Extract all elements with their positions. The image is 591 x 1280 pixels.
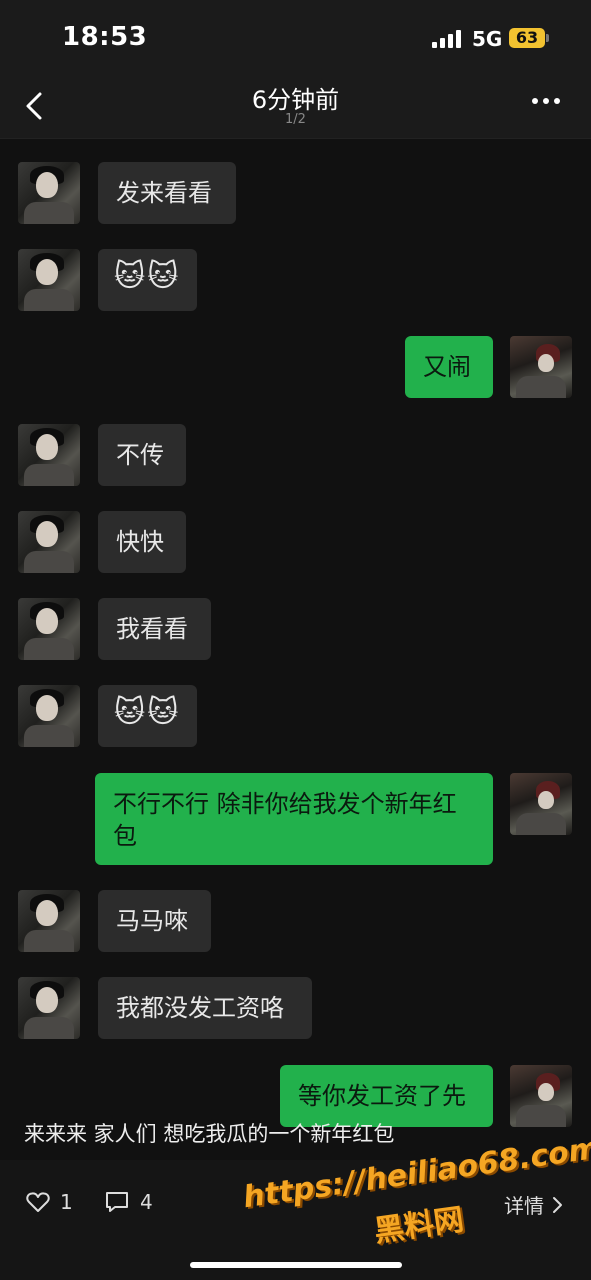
chat-bubble-emoji: 🐱🐱	[98, 249, 197, 311]
avatar	[510, 773, 572, 835]
avatar	[18, 162, 80, 224]
avatar	[18, 685, 80, 747]
nav-bar: 6分钟前 1/2	[0, 80, 591, 139]
avatar	[18, 890, 80, 952]
battery-tip	[546, 34, 549, 42]
status-bar: 18:53 5G 63	[0, 0, 591, 80]
avatar	[18, 249, 80, 311]
chat-bubble: 不传	[98, 424, 186, 486]
avatar	[18, 598, 80, 660]
chat-image[interactable]: 发来看看 🐱🐱 又闹 不传 快快 我看看 🐱🐱 不行不行 除非你给我发个新年红包…	[0, 140, 591, 1160]
avatar	[18, 977, 80, 1039]
chat-bubble: 发来看看	[98, 162, 236, 224]
avatar	[510, 336, 572, 398]
comment-button[interactable]: 4	[104, 1190, 153, 1214]
battery-icon: 63	[509, 28, 545, 48]
page-title: 6分钟前	[251, 86, 340, 114]
home-indicator	[190, 1262, 402, 1268]
more-options-icon[interactable]	[532, 98, 560, 104]
chat-bubble: 我都没发工资咯	[98, 977, 312, 1039]
avatar	[18, 424, 80, 486]
avatar	[18, 511, 80, 573]
heart-icon	[26, 1192, 50, 1212]
avatar	[510, 1065, 572, 1127]
chat-bubble-emoji: 🐱🐱	[98, 685, 197, 747]
comment-count: 4	[140, 1190, 153, 1214]
like-button[interactable]: 1	[26, 1190, 73, 1214]
chat-bubble: 我看看	[98, 598, 211, 660]
chat-bubble-sent: 不行不行 除非你给我发个新年红包	[95, 773, 493, 865]
like-count: 1	[60, 1190, 73, 1214]
status-time: 18:53	[62, 22, 148, 52]
chat-bubble-sent: 又闹	[405, 336, 493, 398]
comment-icon	[106, 1192, 128, 1212]
signal-icon	[432, 30, 461, 48]
chat-bubble: 马马唻	[98, 890, 211, 952]
chat-bubble: 快快	[98, 511, 186, 573]
network-label: 5G	[472, 27, 503, 51]
post-caption: 来来来 家人们 想吃我瓜的一个新年红包	[24, 1122, 395, 1146]
page-counter: 1/2	[285, 112, 306, 127]
